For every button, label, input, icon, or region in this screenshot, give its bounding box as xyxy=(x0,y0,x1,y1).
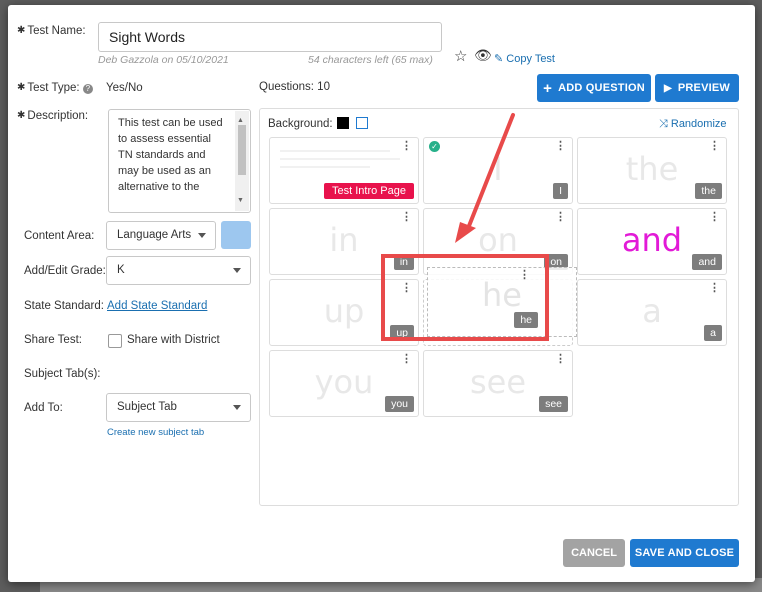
share-district-label: Share with District xyxy=(127,334,220,346)
chevron-down-icon xyxy=(233,405,241,410)
question-tile[interactable]: a ⋮ a xyxy=(577,279,727,346)
questions-count: Questions: 10 xyxy=(259,81,330,93)
question-tile[interactable]: and ⋮ and xyxy=(577,208,727,275)
background-white-option[interactable] xyxy=(356,117,368,129)
randomize-link[interactable]: ⤨ Randomize xyxy=(659,118,727,131)
author-line: Deb Gazzola on 05/10/2021 xyxy=(98,54,229,66)
add-to-select[interactable]: Subject Tab xyxy=(106,393,251,422)
help-icon[interactable]: ? xyxy=(82,84,93,94)
more-vertical-icon[interactable]: ⋮ xyxy=(401,354,412,365)
grade-select[interactable]: K xyxy=(106,256,251,285)
content-area-label: Content Area: xyxy=(24,230,95,242)
background-black-option[interactable] xyxy=(337,117,349,129)
create-subject-tab-link[interactable]: Create new subject tab xyxy=(107,427,204,438)
preview-button[interactable]: ▶ PREVIEW xyxy=(655,74,739,102)
chevron-down-icon xyxy=(233,268,241,273)
more-vertical-icon[interactable]: ⋮ xyxy=(555,212,566,223)
tile-word: a xyxy=(642,292,662,330)
question-tile[interactable]: see ⋮ see xyxy=(423,350,573,417)
state-standard-label: State Standard: xyxy=(24,300,104,312)
share-district-checkbox[interactable] xyxy=(108,334,122,348)
content-area-value: Language Arts xyxy=(117,229,192,241)
annotation-highlight-box xyxy=(381,254,549,341)
more-vertical-icon[interactable]: ⋮ xyxy=(401,212,412,223)
tile-tag: the xyxy=(695,183,722,199)
description-scrollbar[interactable]: ▲ ▼ xyxy=(235,111,249,211)
cancel-button[interactable]: CANCEL xyxy=(563,539,625,567)
chevron-down-icon xyxy=(198,233,206,238)
grade-label: Add/Edit Grade: xyxy=(24,265,106,277)
description-label: ✱ Description: xyxy=(17,110,89,122)
more-vertical-icon[interactable]: ⋮ xyxy=(555,141,566,152)
add-state-standard-link[interactable]: Add State Standard xyxy=(107,300,207,312)
shuffle-icon: ⤨ xyxy=(659,118,668,130)
more-vertical-icon[interactable]: ⋮ xyxy=(709,141,720,152)
tile-tag: and xyxy=(692,254,722,270)
tile-tag: a xyxy=(704,325,722,341)
content-area-select[interactable]: Language Arts xyxy=(106,221,216,250)
more-vertical-icon[interactable]: ⋮ xyxy=(401,141,412,152)
question-tile[interactable]: the ⋮ the xyxy=(577,137,727,204)
more-vertical-icon[interactable]: ⋮ xyxy=(555,354,566,365)
copy-test-link[interactable]: ✎ Copy Test xyxy=(494,52,555,65)
question-tile[interactable]: ✓ I ⋮ I xyxy=(423,137,573,204)
test-name-label: ✱ Test Name: xyxy=(17,25,86,37)
test-type-value: Yes/No xyxy=(106,82,143,94)
content-color-swatch[interactable] xyxy=(221,221,251,249)
tile-tag: I xyxy=(553,183,568,199)
eye-icon[interactable]: 👁 xyxy=(474,47,492,64)
pencil-icon: ✎ xyxy=(494,53,504,65)
play-icon: ▶ xyxy=(663,82,672,94)
tile-tag: see xyxy=(539,396,568,412)
intro-tag: Test Intro Page xyxy=(324,183,414,199)
question-tile-intro[interactable]: ⋮ Test Intro Page xyxy=(269,137,419,204)
question-tile[interactable]: you ⋮ you xyxy=(269,350,419,417)
description-textarea[interactable]: This test can be used to assess essentia… xyxy=(108,109,251,213)
save-and-close-button[interactable]: SAVE AND CLOSE xyxy=(630,539,739,567)
more-vertical-icon[interactable]: ⋮ xyxy=(709,283,720,294)
chars-left: 54 characters left (65 max) xyxy=(308,54,433,66)
more-vertical-icon[interactable]: ⋮ xyxy=(709,212,720,223)
tile-tag: you xyxy=(385,396,414,412)
tile-word: I xyxy=(493,150,503,188)
add-to-label: Add To: xyxy=(24,402,63,414)
add-to-value: Subject Tab xyxy=(117,401,177,413)
test-type-label: ✱ Test Type: ? xyxy=(17,82,93,94)
test-name-input[interactable]: Sight Words xyxy=(98,22,442,52)
description-text: This test can be used to assess essentia… xyxy=(118,117,223,193)
star-icon[interactable]: ☆ xyxy=(454,47,467,65)
share-test-label: Share Test: xyxy=(24,334,82,346)
plus-icon: + xyxy=(543,79,553,97)
background-label: Background: xyxy=(268,118,333,130)
subject-tabs-label: Subject Tab(s): xyxy=(24,368,101,380)
edit-test-modal: ✱ Test Name: Sight Words Deb Gazzola on 0… xyxy=(8,5,755,582)
add-question-button[interactable]: + ADD QUESTION xyxy=(537,74,651,102)
grade-value: K xyxy=(117,264,125,276)
